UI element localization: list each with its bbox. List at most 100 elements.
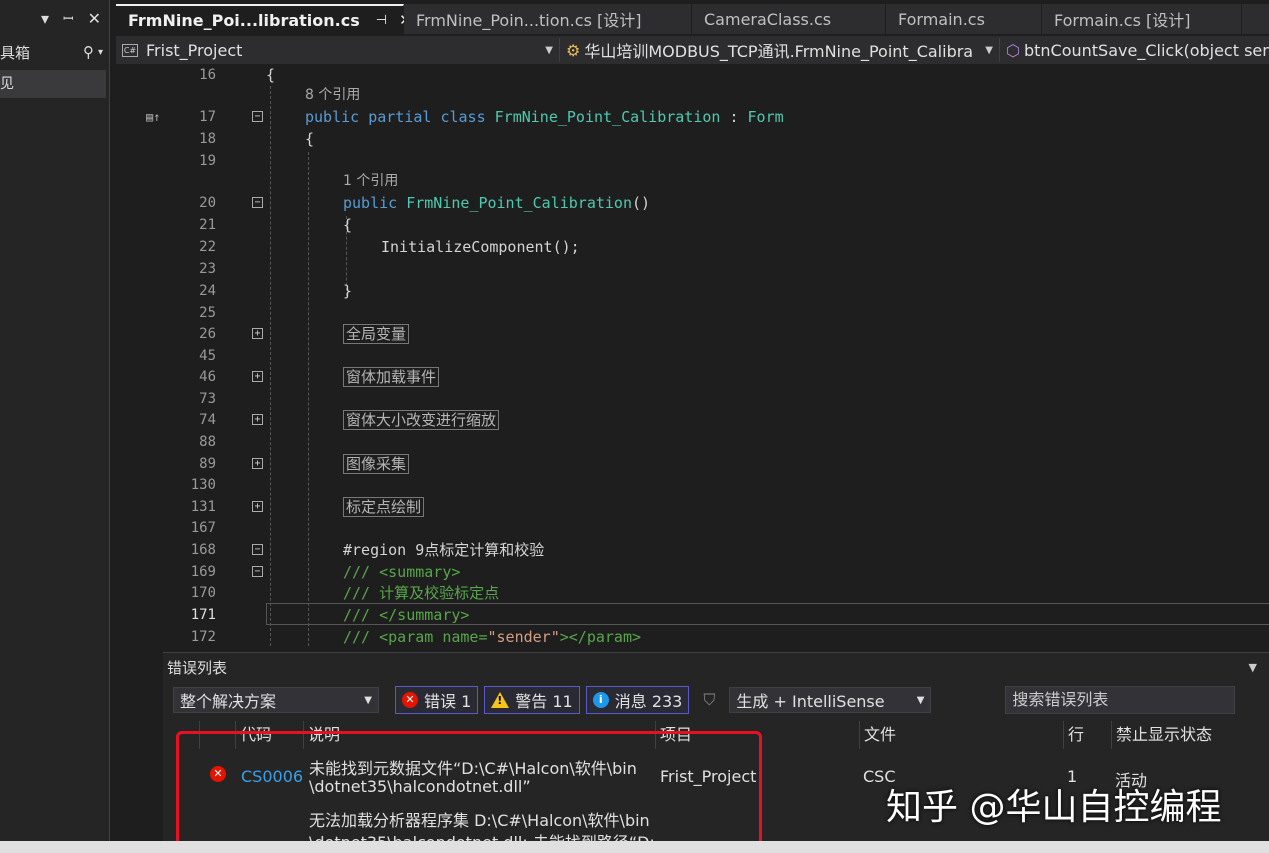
tab-formain[interactable]: Formain.cs: [886, 4, 1042, 34]
errors-count: 错误 1: [424, 692, 472, 711]
build-source-dropdown[interactable]: 生成 + IntelliSense ▼: [729, 687, 932, 713]
collapsed-region[interactable]: 窗体大小改变进行缩放: [343, 410, 500, 430]
class-icon: ⚙: [566, 40, 581, 60]
line-number: 22: [199, 239, 216, 255]
horizontal-scrollbar[interactable]: [0, 841, 1269, 853]
chevron-down-icon: ▼: [985, 44, 993, 56]
code-text: /// <param name="sender"></param>: [343, 628, 642, 646]
expand-icon[interactable]: +: [252, 501, 263, 512]
col-suppression[interactable]: 禁止显示状态: [1111, 721, 1269, 749]
expand-icon[interactable]: +: [252, 328, 263, 339]
code-line: 26 + 全局变量: [116, 323, 1269, 345]
line-number: 46: [199, 369, 216, 385]
code-line: 88: [116, 431, 1269, 453]
dropdown-icon[interactable]: ▾: [41, 9, 49, 28]
code-line: 167: [116, 517, 1269, 539]
warnings-count: 警告 11: [515, 692, 573, 711]
collapse-icon[interactable]: −: [252, 566, 263, 577]
scope-dropdown[interactable]: 整个解决方案 ▼: [173, 687, 379, 713]
code-line: 23: [116, 258, 1269, 280]
line-number: 19: [199, 153, 216, 169]
line-number: 168: [190, 542, 216, 558]
collapsed-region[interactable]: 标定点绘制: [343, 497, 425, 517]
code-line: 18 {: [116, 128, 1269, 150]
code-line: 171 /// </summary>: [116, 604, 1269, 626]
line-number: 23: [199, 261, 216, 277]
tab-frmnine-designer[interactable]: FrmNine_Poin...tion.cs [设计]: [404, 4, 692, 34]
tab-label: FrmNine_Poi...libration.cs: [128, 10, 360, 30]
code-text: InitializeComponent();: [381, 238, 580, 256]
code-line: 168 − #region 9点标定计算和校验: [116, 539, 1269, 561]
chevron-down-icon: ▼: [545, 44, 553, 56]
line-number: 170: [190, 585, 216, 601]
code-line: 130: [116, 474, 1269, 496]
code-text: {: [343, 216, 353, 234]
code-line: 172 /// <param name="sender"></param>: [116, 626, 1269, 648]
csharp-project-icon: C#: [122, 43, 138, 57]
col-line[interactable]: 行: [1063, 721, 1111, 749]
pin-icon[interactable]: ꟷ: [63, 9, 74, 27]
line-number: 74: [199, 412, 216, 428]
pin-icon[interactable]: ⊣: [376, 13, 387, 28]
search-icon[interactable]: ⚲: [83, 43, 94, 61]
collapse-icon[interactable]: −: [252, 111, 263, 122]
collapsed-region[interactable]: 窗体加载事件: [343, 367, 440, 387]
close-icon[interactable]: ✕: [88, 9, 101, 28]
warnings-filter-button[interactable]: ! 警告 11: [484, 686, 580, 714]
chevron-down-icon[interactable]: ▼: [1249, 653, 1257, 683]
code-text: {: [266, 66, 276, 84]
errors-filter-button[interactable]: ✕ 错误 1: [395, 686, 479, 714]
tab-frmnine-code[interactable]: FrmNine_Poi...libration.cs ⊣ ✕: [116, 4, 412, 34]
chevron-down-icon[interactable]: ▾: [98, 47, 103, 58]
toolbox-list-item[interactable]: 见: [0, 70, 106, 98]
messages-filter-button[interactable]: i 消息 233: [585, 686, 690, 714]
toolbox-title-row: 具箱 ⚲ ▾: [0, 36, 109, 68]
filter-icon[interactable]: ⛉: [703, 690, 715, 710]
project-dropdown[interactable]: C# Frist_Project ▼: [116, 38, 560, 62]
code-text: /// </summary>: [343, 606, 470, 624]
class-name: 华山培训MODBUS_TCP通讯.FrmNine_Point_Calibra: [584, 42, 974, 61]
expand-icon[interactable]: +: [252, 458, 263, 469]
code-line: 22 InitializeComponent();: [116, 236, 1269, 258]
error-search-input[interactable]: 搜索错误列表: [1005, 686, 1236, 714]
collapse-icon[interactable]: −: [252, 544, 263, 555]
line-number: 45: [199, 348, 216, 364]
method-icon: ⬡: [1006, 40, 1020, 60]
reference-count[interactable]: 1 个引用: [343, 170, 398, 192]
class-dropdown[interactable]: ⚙ 华山培训MODBUS_TCP通讯.FrmNine_Point_Calibra…: [560, 38, 1000, 62]
collapsed-region[interactable]: 全局变量: [343, 324, 410, 344]
error-icon: ✕: [402, 692, 418, 708]
info-icon: i: [592, 692, 609, 708]
reference-count[interactable]: 8 个引用: [305, 84, 360, 106]
warning-icon: !: [491, 692, 510, 708]
scope-value: 整个解决方案: [180, 692, 277, 711]
code-line: 1 个引用: [116, 170, 1269, 192]
expand-icon[interactable]: +: [252, 371, 263, 382]
code-line: 24}: [116, 280, 1269, 302]
code-text: #region 9点标定计算和校验: [343, 541, 545, 559]
highlight-annotation: [176, 731, 762, 846]
collapsed-region[interactable]: 图像采集: [343, 454, 410, 474]
line-number: 25: [199, 305, 216, 321]
line-number: 16: [199, 67, 216, 83]
expand-icon[interactable]: +: [252, 414, 263, 425]
line-number: 167: [190, 520, 216, 536]
error-list-title: 错误列表 ▼: [163, 653, 1269, 683]
code-text: public FrmNine_Point_Calibration(): [343, 194, 651, 212]
line-number: 17: [199, 109, 216, 125]
tab-cameraclass[interactable]: CameraClass.cs: [692, 4, 886, 34]
collapse-icon[interactable]: −: [252, 197, 263, 208]
tab-label: Formain.cs: [898, 9, 985, 29]
line-number: 171: [190, 607, 216, 623]
code-text: public partial class FrmNine_Point_Calib…: [305, 108, 784, 126]
member-dropdown[interactable]: ⬡ btnCountSave_Click(object sen: [1000, 38, 1269, 62]
line-number: 172: [190, 629, 216, 645]
code-editor[interactable]: 16{ 8 个引用 ▤↑ 17− public partial class Fr…: [116, 64, 1269, 650]
messages-count: 消息 233: [614, 692, 683, 711]
code-line: 46 + 窗体加载事件: [116, 366, 1269, 388]
tab-label: FrmNine_Poin...tion.cs [设计]: [416, 11, 642, 30]
code-line: 20 − public FrmNine_Point_Calibration(): [116, 192, 1269, 214]
line-number: 169: [190, 564, 216, 580]
col-file[interactable]: 文件: [859, 721, 1063, 749]
tab-formain-designer[interactable]: Formain.cs [设计]: [1042, 4, 1242, 34]
